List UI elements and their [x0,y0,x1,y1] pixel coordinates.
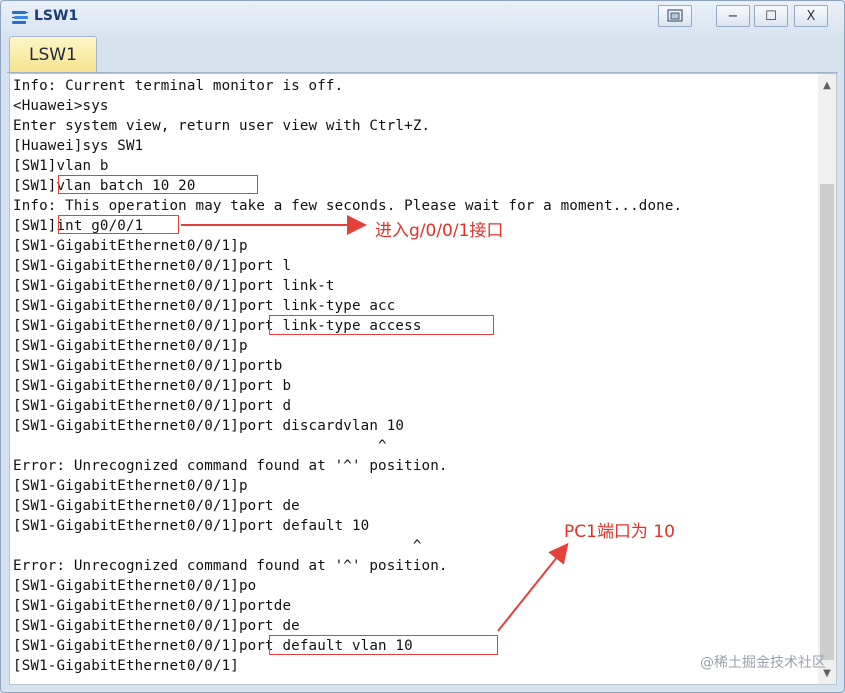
watermark: @稀土掘金技术社区 [700,655,826,671]
lsw1-window: LSW1 − ☐ X LSW1 Info: Current terminal m… [0,0,845,693]
interface-note: 进入g/0/0/1接口 [375,221,504,241]
annotation-arrows [181,215,569,632]
pc1-port-note: PC1端口为 10 [564,522,675,542]
arrow-to-port-default [497,542,569,632]
